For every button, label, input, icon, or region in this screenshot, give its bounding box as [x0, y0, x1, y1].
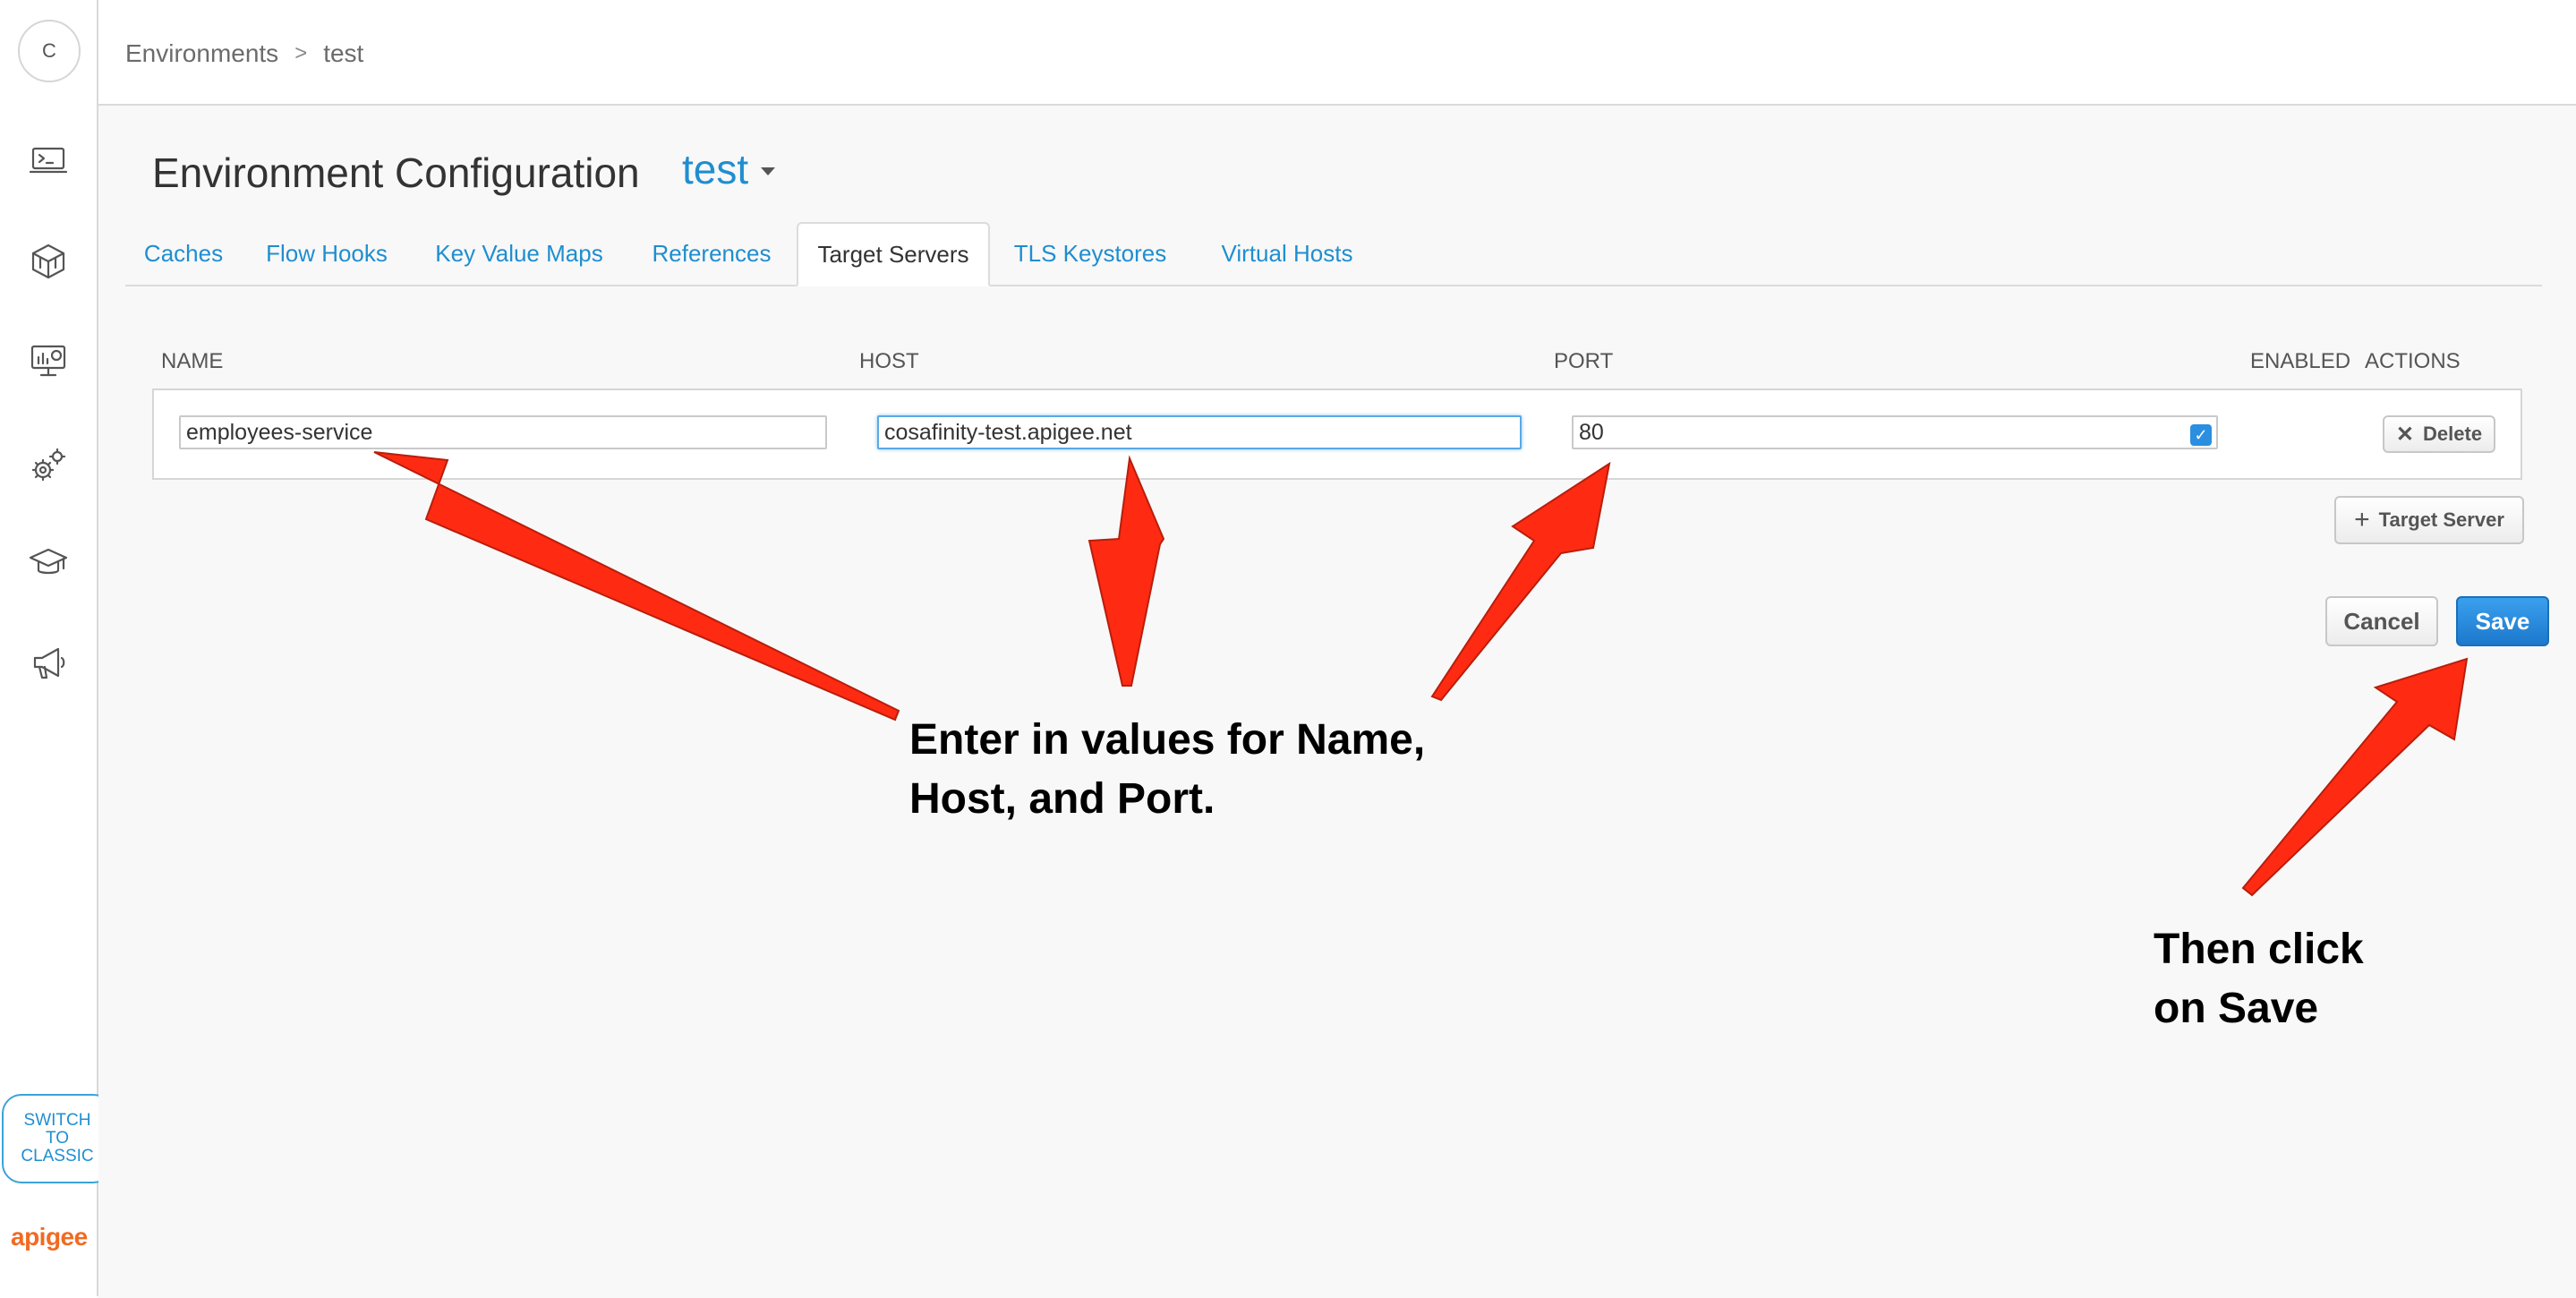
breadcrumb: Environments > test	[125, 39, 363, 68]
column-header-enabled: ENABLED	[2250, 349, 2351, 373]
checkmark-icon: ✓	[2194, 425, 2208, 444]
tab-caches[interactable]: Caches	[125, 222, 242, 285]
annotation-line: on Save	[2154, 985, 2319, 1032]
tab-label: Key Value Maps	[435, 239, 603, 267]
column-header-actions: ACTIONS	[2365, 349, 2461, 373]
tab-label: Caches	[143, 239, 224, 267]
add-target-server-button[interactable]: + Target Server	[2334, 496, 2524, 544]
breadcrumb-current: test	[323, 39, 364, 67]
breadcrumb-environments-link[interactable]: Environments	[125, 39, 278, 68]
annotation-line: Host, and Port.	[909, 775, 1215, 823]
name-field[interactable]	[179, 415, 827, 449]
terminal-icon[interactable]	[25, 138, 72, 184]
user-avatar[interactable]: C	[18, 20, 81, 82]
config-tabs: Caches Flow Hooks Key Value Maps Referen…	[125, 222, 2542, 286]
page-title: Environment Configuration	[152, 149, 640, 196]
column-header-name: NAME	[161, 349, 224, 373]
column-header-port: PORT	[1554, 349, 1614, 373]
tab-label: Virtual Hosts	[1221, 239, 1353, 267]
switch-classic-line1: SWITCH	[23, 1111, 91, 1130]
environment-name: test	[682, 146, 749, 192]
graduation-cap-icon[interactable]	[25, 539, 72, 585]
add-target-server-label: Target Server	[2378, 508, 2504, 531]
left-nav-rail: C SWITCH TO CLASSIC apigee	[0, 0, 113, 1296]
close-icon: ✕	[2395, 422, 2415, 447]
host-field[interactable]	[877, 415, 1522, 449]
main-panel: Environment Configuration test Caches Fl…	[98, 104, 2576, 1298]
tab-tls-keystores[interactable]: TLS Keystores	[990, 222, 1190, 285]
delete-label: Delete	[2423, 423, 2483, 445]
tab-key-value-maps[interactable]: Key Value Maps	[412, 222, 627, 285]
annotation-line: Enter in values for Name,	[909, 716, 1426, 764]
annotation-enter-values: Enter in values for Name, Host, and Port…	[909, 711, 1425, 829]
switch-to-classic-button[interactable]: SWITCH TO CLASSIC	[2, 1094, 113, 1183]
enabled-checkbox[interactable]: ✓	[2190, 424, 2212, 446]
apigee-logo: apigee	[11, 1223, 88, 1251]
tab-label: References	[652, 239, 772, 267]
analytics-monitor-icon[interactable]	[25, 338, 72, 385]
switch-classic-line3: CLASSIC	[21, 1147, 94, 1166]
packages-icon[interactable]	[25, 238, 72, 285]
column-header-host: HOST	[859, 349, 919, 373]
tab-target-servers[interactable]: Target Servers	[797, 222, 990, 286]
port-field[interactable]	[1572, 415, 2218, 449]
megaphone-icon[interactable]	[25, 639, 72, 686]
save-button[interactable]: Save	[2456, 596, 2549, 646]
tab-label: TLS Keystores	[1013, 239, 1167, 267]
cancel-button[interactable]: Cancel	[2325, 596, 2438, 646]
tab-virtual-hosts[interactable]: Virtual Hosts	[1190, 222, 1384, 285]
tab-label: Flow Hooks	[266, 239, 388, 267]
caret-down-icon	[761, 167, 776, 175]
breadcrumb-separator: >	[294, 41, 308, 65]
gears-icon[interactable]	[25, 442, 72, 489]
plus-icon: +	[2354, 505, 2370, 534]
annotation-line: Then click	[2154, 926, 2364, 973]
tab-references[interactable]: References	[627, 222, 797, 285]
avatar-initial: C	[42, 39, 56, 62]
annotation-then-click: Then click on Save	[2154, 920, 2364, 1038]
tab-flow-hooks[interactable]: Flow Hooks	[242, 222, 412, 285]
environment-selector[interactable]: test	[682, 145, 776, 193]
delete-button[interactable]: ✕ Delete	[2383, 415, 2495, 453]
tab-label: Target Servers	[817, 240, 969, 268]
switch-classic-line2: TO	[45, 1129, 70, 1148]
